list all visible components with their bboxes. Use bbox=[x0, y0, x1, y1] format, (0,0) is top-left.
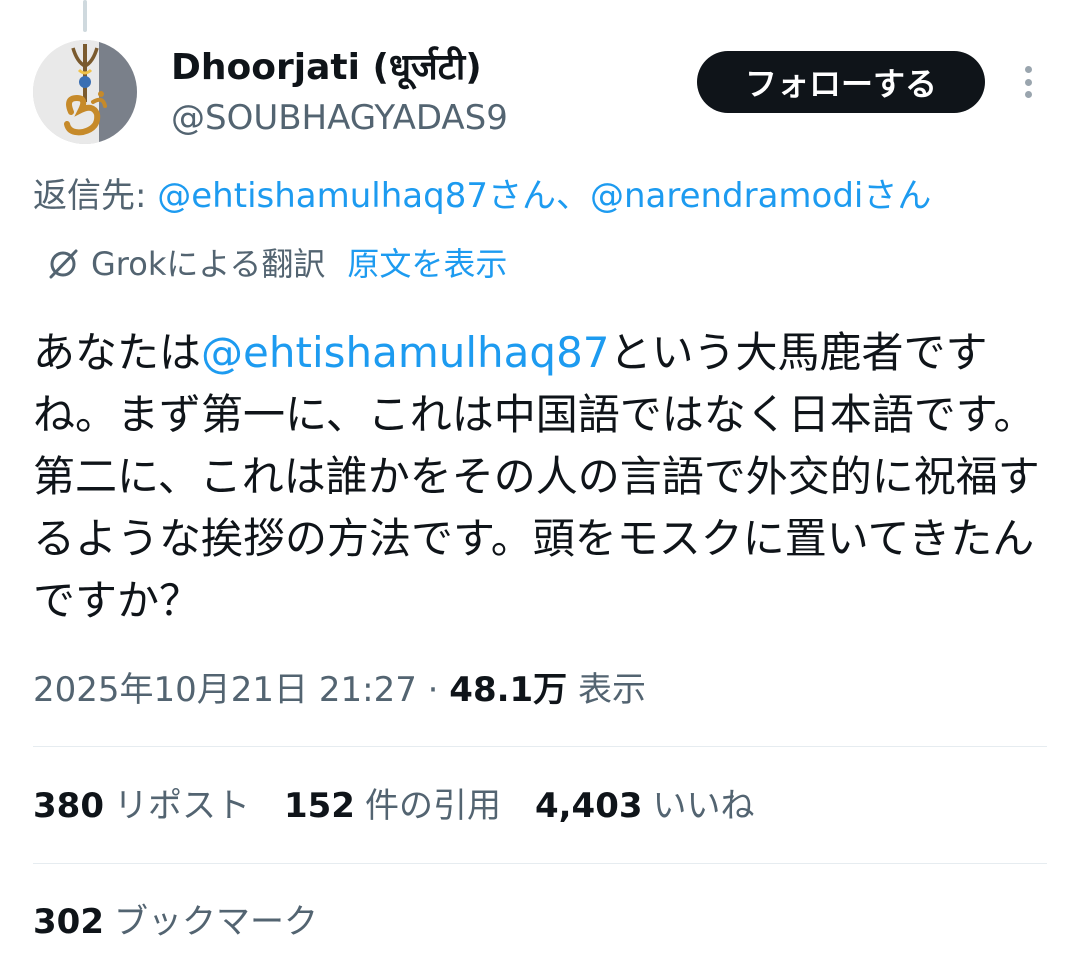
translation-bar: Grokによる翻訳 原文を表示 bbox=[45, 240, 507, 288]
author-display-name[interactable]: Dhoorjati (धूर्जटी) bbox=[171, 44, 482, 92]
translation-label: Grokによる翻訳 bbox=[91, 245, 326, 283]
tweet-mention[interactable]: @ehtishamulhaq87 bbox=[201, 328, 610, 377]
divider bbox=[33, 863, 1047, 864]
tweet-meta: 2025年10月21日 21:27 · 48.1万 表示 bbox=[33, 664, 646, 716]
reply-to-prefix: 返信先: bbox=[33, 176, 158, 216]
reposts-count: 380 bbox=[33, 786, 104, 826]
likes-count: 4,403 bbox=[534, 786, 643, 826]
tweet-text: あなたは@ehtishamulhaq87という大馬鹿者ですね。まず第一に、これは… bbox=[33, 322, 1043, 632]
likes-stat[interactable]: 4,403 いいね bbox=[535, 780, 755, 832]
quotes-label: 件の引用 bbox=[364, 786, 501, 826]
quotes-stat[interactable]: 152 件の引用 bbox=[284, 780, 501, 832]
reply-mention-2[interactable]: @narendramodiさん bbox=[590, 176, 931, 216]
reposts-stat[interactable]: 380 リポスト bbox=[33, 780, 250, 832]
om-trishul-avatar-icon bbox=[33, 40, 137, 144]
more-vertical-icon[interactable] bbox=[1010, 60, 1046, 104]
quotes-count: 152 bbox=[283, 786, 355, 826]
grok-icon bbox=[49, 249, 78, 279]
bookmarks-count: 302 bbox=[33, 902, 104, 942]
reply-to-line: 返信先: @ehtishamulhaq87さん、@narendramodiさん bbox=[33, 172, 931, 220]
show-original-link[interactable]: 原文を表示 bbox=[347, 240, 507, 288]
engagement-stats: 380 リポスト 152 件の引用 4,403 いいね bbox=[33, 780, 789, 832]
views-label: 表示 bbox=[567, 670, 646, 710]
likes-label: いいね bbox=[652, 786, 755, 826]
views-count: 48.1万 bbox=[449, 670, 568, 710]
divider bbox=[33, 746, 1047, 747]
reposts-label: リポスト bbox=[113, 786, 250, 826]
thread-connector-line bbox=[83, 0, 87, 32]
avatar[interactable] bbox=[33, 40, 137, 144]
reply-separator: 、 bbox=[555, 176, 590, 216]
reply-mention-1[interactable]: @ehtishamulhaq87さん bbox=[157, 176, 556, 216]
bookmarks-label: ブックマーク bbox=[113, 902, 318, 942]
bookmarks-stat[interactable]: 302 ブックマーク bbox=[33, 896, 318, 948]
tweet-timestamp[interactable]: 2025年10月21日 21:27 bbox=[33, 670, 417, 710]
meta-separator: · bbox=[416, 670, 450, 710]
tweet-text-before: あなたは bbox=[33, 328, 202, 377]
follow-button[interactable]: フォローする bbox=[697, 51, 985, 113]
author-handle[interactable]: @SOUBHAGYADAS9 bbox=[171, 94, 508, 142]
